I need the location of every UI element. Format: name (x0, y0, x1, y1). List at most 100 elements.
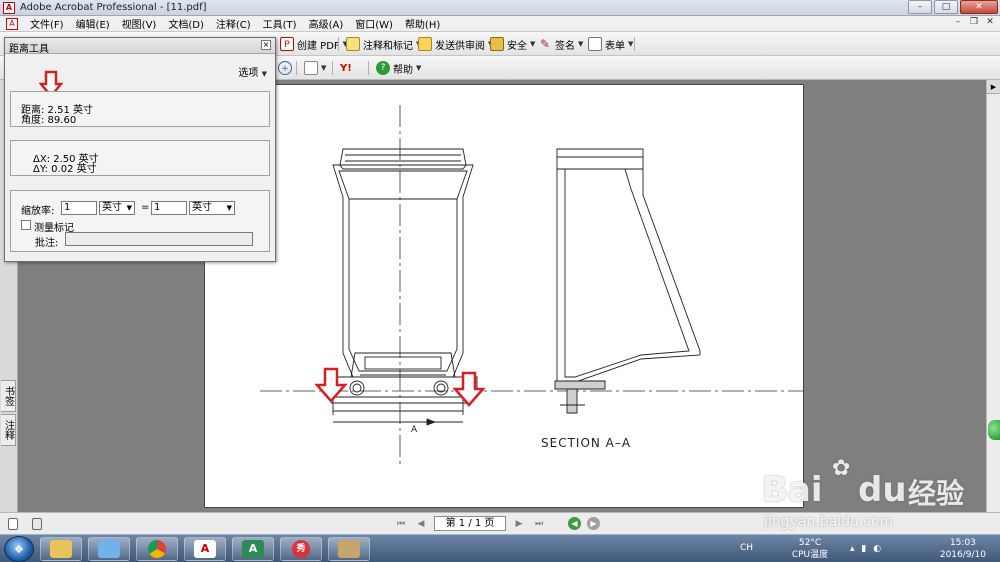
next-page-icon[interactable]: ▶ (512, 517, 526, 531)
close-button[interactable]: ✕ (960, 0, 998, 14)
watermark-brand: Bai (762, 470, 823, 510)
input-language[interactable]: CH (740, 543, 753, 553)
go-back-icon[interactable]: ◀ (568, 517, 581, 530)
scroll-right-arrow-icon[interactable]: ▶ (987, 80, 1000, 94)
chevron-down-icon: ▼ (261, 70, 267, 78)
chevron-down-icon: ▼ (416, 64, 422, 72)
menu-advanced[interactable]: 高级(A) (303, 16, 350, 31)
taskbar-explorer[interactable] (40, 537, 82, 561)
help-icon: ? (376, 61, 390, 75)
left-red-arrow (314, 367, 348, 403)
section-view (554, 148, 701, 414)
chevron-down-icon: ▼ (126, 204, 132, 212)
menu-file[interactable]: 文件(F) (24, 16, 70, 31)
note-input[interactable] (65, 232, 253, 246)
measure-markup-checkbox[interactable] (21, 220, 31, 230)
section-label: SECTION A–A (541, 436, 631, 450)
options-menu[interactable]: 选项 ▼ (238, 64, 267, 79)
taskbar-app-red[interactable]: 秀 (280, 537, 322, 561)
scale-panel: 缩放率: 1 英寸 ▼ = 1 英寸 ▼ 测量标记 批注: (10, 190, 270, 252)
taskbar-app-blue[interactable] (88, 537, 130, 561)
delta-y-value: ΔY: 0.02 英寸 (33, 164, 97, 175)
doc-close-icon[interactable]: ✕ (984, 17, 996, 27)
tab-comments[interactable]: 注释 (1, 414, 16, 446)
vertical-scrollbar[interactable]: ▶ (986, 80, 1000, 512)
paint-icon (338, 540, 360, 558)
taskbar-paint[interactable] (328, 537, 370, 561)
folder-icon (50, 540, 72, 558)
page-navigation: ⏮ ◀ 第 1 / 1 页 ▶ ⏭ ◀ ▶ (394, 516, 600, 531)
sign-button[interactable]: ✎ 签名 ▼ (534, 35, 587, 53)
first-page-icon[interactable]: ⏮ (394, 517, 408, 531)
previous-page-icon[interactable]: ◀ (414, 517, 428, 531)
yahoo-toolbar-button[interactable]: Y! (336, 59, 356, 77)
rotate-view-button[interactable]: ▼ (300, 59, 330, 77)
pdf-page[interactable]: A SECTION A–A (204, 84, 804, 508)
menu-edit[interactable]: 编辑(E) (70, 16, 116, 31)
title-bar: A Adobe Acrobat Professional - [11.pdf] … (0, 0, 1000, 16)
yahoo-icon: Y! (340, 62, 352, 74)
doc-restore-icon[interactable]: ❐ (968, 17, 980, 27)
cpu-temp-label: CPU温度 (791, 550, 829, 560)
system-tray: CH 52°C CPU温度 ▴ ▮ ◐ 15:03 2016/9/10 (740, 535, 1000, 562)
go-forward-icon[interactable]: ▶ (587, 517, 600, 530)
document-window-controls: – ❐ ✕ (952, 17, 996, 27)
acrobat-app-icon: A (3, 2, 15, 14)
send-review-label: 发送供审阅 (435, 40, 485, 52)
toolbar-separator (338, 37, 339, 51)
toolbar-separator (368, 61, 369, 75)
menu-window[interactable]: 窗口(W) (349, 16, 399, 31)
zoom-in-icon: + (278, 61, 292, 75)
baidu-jingyan-watermark: Bai ✿ du 经验 jingyan.baidu.com (762, 452, 998, 534)
clock[interactable]: 15:03 2016/9/10 (940, 537, 986, 561)
last-page-icon[interactable]: ⏭ (532, 517, 546, 531)
dialog-close-icon[interactable]: × (261, 40, 271, 50)
menu-document[interactable]: 文档(D) (162, 16, 210, 31)
scale-right-input[interactable]: 1 (151, 201, 187, 215)
scale-left-input[interactable]: 1 (61, 201, 97, 215)
dialog-titlebar[interactable]: 距离工具 × (5, 38, 275, 55)
maximize-button[interactable]: □ (934, 0, 958, 14)
dialog-title: 距离工具 (9, 44, 49, 55)
document-button[interactable] (28, 515, 46, 533)
toolbar-separator (332, 61, 333, 75)
equals-sign: = (141, 202, 150, 213)
scale-left-unit-value: 英寸 (102, 202, 122, 213)
page-layout-button[interactable] (4, 515, 22, 533)
forms-button[interactable]: 表单 ▼ (584, 35, 637, 53)
tray-icons[interactable]: ▴ ▮ ◐ (850, 544, 883, 554)
menu-comments[interactable]: 注释(C) (210, 16, 257, 31)
acrobat-icon: A (194, 540, 216, 558)
paw-icon: ✿ (832, 456, 851, 481)
menu-tools[interactable]: 工具(T) (257, 16, 303, 31)
document-menu-icon[interactable]: A (6, 17, 18, 30)
cpu-temperature: 52°C CPU温度 (780, 537, 840, 561)
doc-minimize-icon[interactable]: – (952, 17, 964, 27)
menu-view[interactable]: 视图(V) (116, 16, 163, 31)
green-side-tab-icon[interactable] (988, 420, 1000, 440)
send-review-button[interactable]: 发送供审阅 ▼ (414, 35, 497, 53)
page-number-field[interactable]: 第 1 / 1 页 (434, 516, 506, 531)
chevron-down-icon: ▼ (226, 204, 232, 212)
right-red-arrow (452, 371, 486, 407)
create-pdf-button[interactable]: P 创建 PDF ▼ (276, 35, 352, 53)
scale-left-unit-select[interactable]: 英寸 ▼ (99, 201, 135, 215)
security-button[interactable]: 安全 ▼ (486, 35, 539, 53)
scale-label: 缩放率: (21, 206, 55, 217)
minimize-button[interactable]: – (908, 0, 932, 14)
note-label: 批注: (35, 238, 59, 249)
tab-bookmarks[interactable]: 书签 (1, 380, 16, 412)
scale-right-unit-select[interactable]: 英寸 ▼ (189, 201, 235, 215)
menu-help[interactable]: 帮助(H) (399, 16, 446, 31)
taskbar-acrobat[interactable]: A (184, 537, 226, 561)
start-button[interactable]: ❖ (4, 536, 34, 562)
taskbar-chrome[interactable] (136, 537, 178, 561)
distance-panel: 距离: 2.51 英寸 角度: 89.60 (10, 91, 270, 127)
zoom-in-button[interactable]: + (274, 59, 296, 77)
help-button[interactable]: ? 帮助 ▼ (372, 59, 425, 77)
cpu-temp-value: 52°C (798, 538, 822, 548)
comment-markup-button[interactable]: 注释和标记 ▼ (342, 35, 425, 53)
toolbar-separator (634, 37, 635, 51)
security-label: 安全 (507, 40, 527, 52)
taskbar-app-green[interactable]: A (232, 537, 274, 561)
